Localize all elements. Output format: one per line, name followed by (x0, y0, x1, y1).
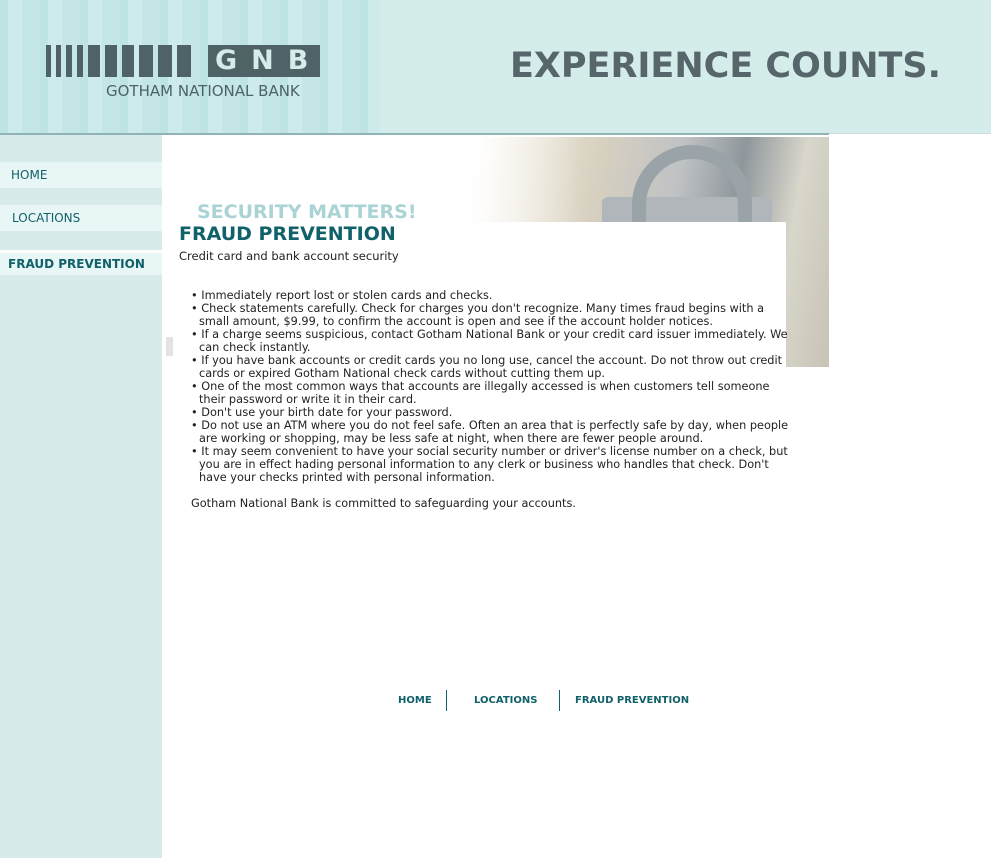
page-subtitle: Credit card and bank account security (179, 249, 399, 263)
closing-statement: Gotham National Bank is committed to saf… (191, 497, 576, 510)
list-item: If you have bank accounts or credit card… (191, 354, 791, 380)
logo-letters[interactable]: GNB (208, 45, 320, 77)
logo-barcode-icon (46, 45, 191, 77)
sidebar-item-home[interactable]: HOME (0, 162, 162, 188)
list-item: It may seem convenient to have your soci… (191, 445, 791, 484)
sidebar (0, 135, 162, 858)
footer-link-locations[interactable]: LOCATIONS (474, 695, 537, 706)
site-header: GNB GOTHAM NATIONAL BANK EXPERIENCE COUN… (0, 0, 991, 133)
footer-link-fraud-prevention[interactable]: FRAUD PREVENTION (575, 695, 689, 706)
sidebar-item-locations[interactable]: LOCATIONS (0, 205, 162, 231)
footer-divider (446, 690, 447, 711)
bank-name[interactable]: GOTHAM NATIONAL BANK (106, 82, 300, 100)
footer-link-home[interactable]: HOME (398, 695, 432, 706)
page-title: FRAUD PREVENTION (179, 223, 396, 245)
footer-nav: HOME LOCATIONS FRAUD PREVENTION (380, 690, 700, 712)
tagline: EXPERIENCE COUNTS. (510, 46, 941, 86)
list-item: Do not use an ATM where you do not feel … (191, 419, 791, 445)
tips-list: Immediately report lost or stolen cards … (191, 289, 791, 484)
list-item: Check statements carefully. Check for ch… (191, 302, 791, 328)
header-divider-right (829, 133, 991, 134)
sidebar-item-fraud-prevention[interactable]: FRAUD PREVENTION (0, 250, 162, 275)
list-item: Immediately report lost or stolen cards … (191, 289, 791, 302)
banner-headline: SECURITY MATTERS! (197, 201, 417, 223)
list-item: One of the most common ways that account… (191, 380, 791, 406)
scroll-handle[interactable] (166, 337, 173, 356)
list-item: Don't use your birth date for your passw… (191, 406, 791, 419)
list-item: If a charge seems suspicious, contact Go… (191, 328, 791, 354)
footer-divider (559, 690, 560, 711)
